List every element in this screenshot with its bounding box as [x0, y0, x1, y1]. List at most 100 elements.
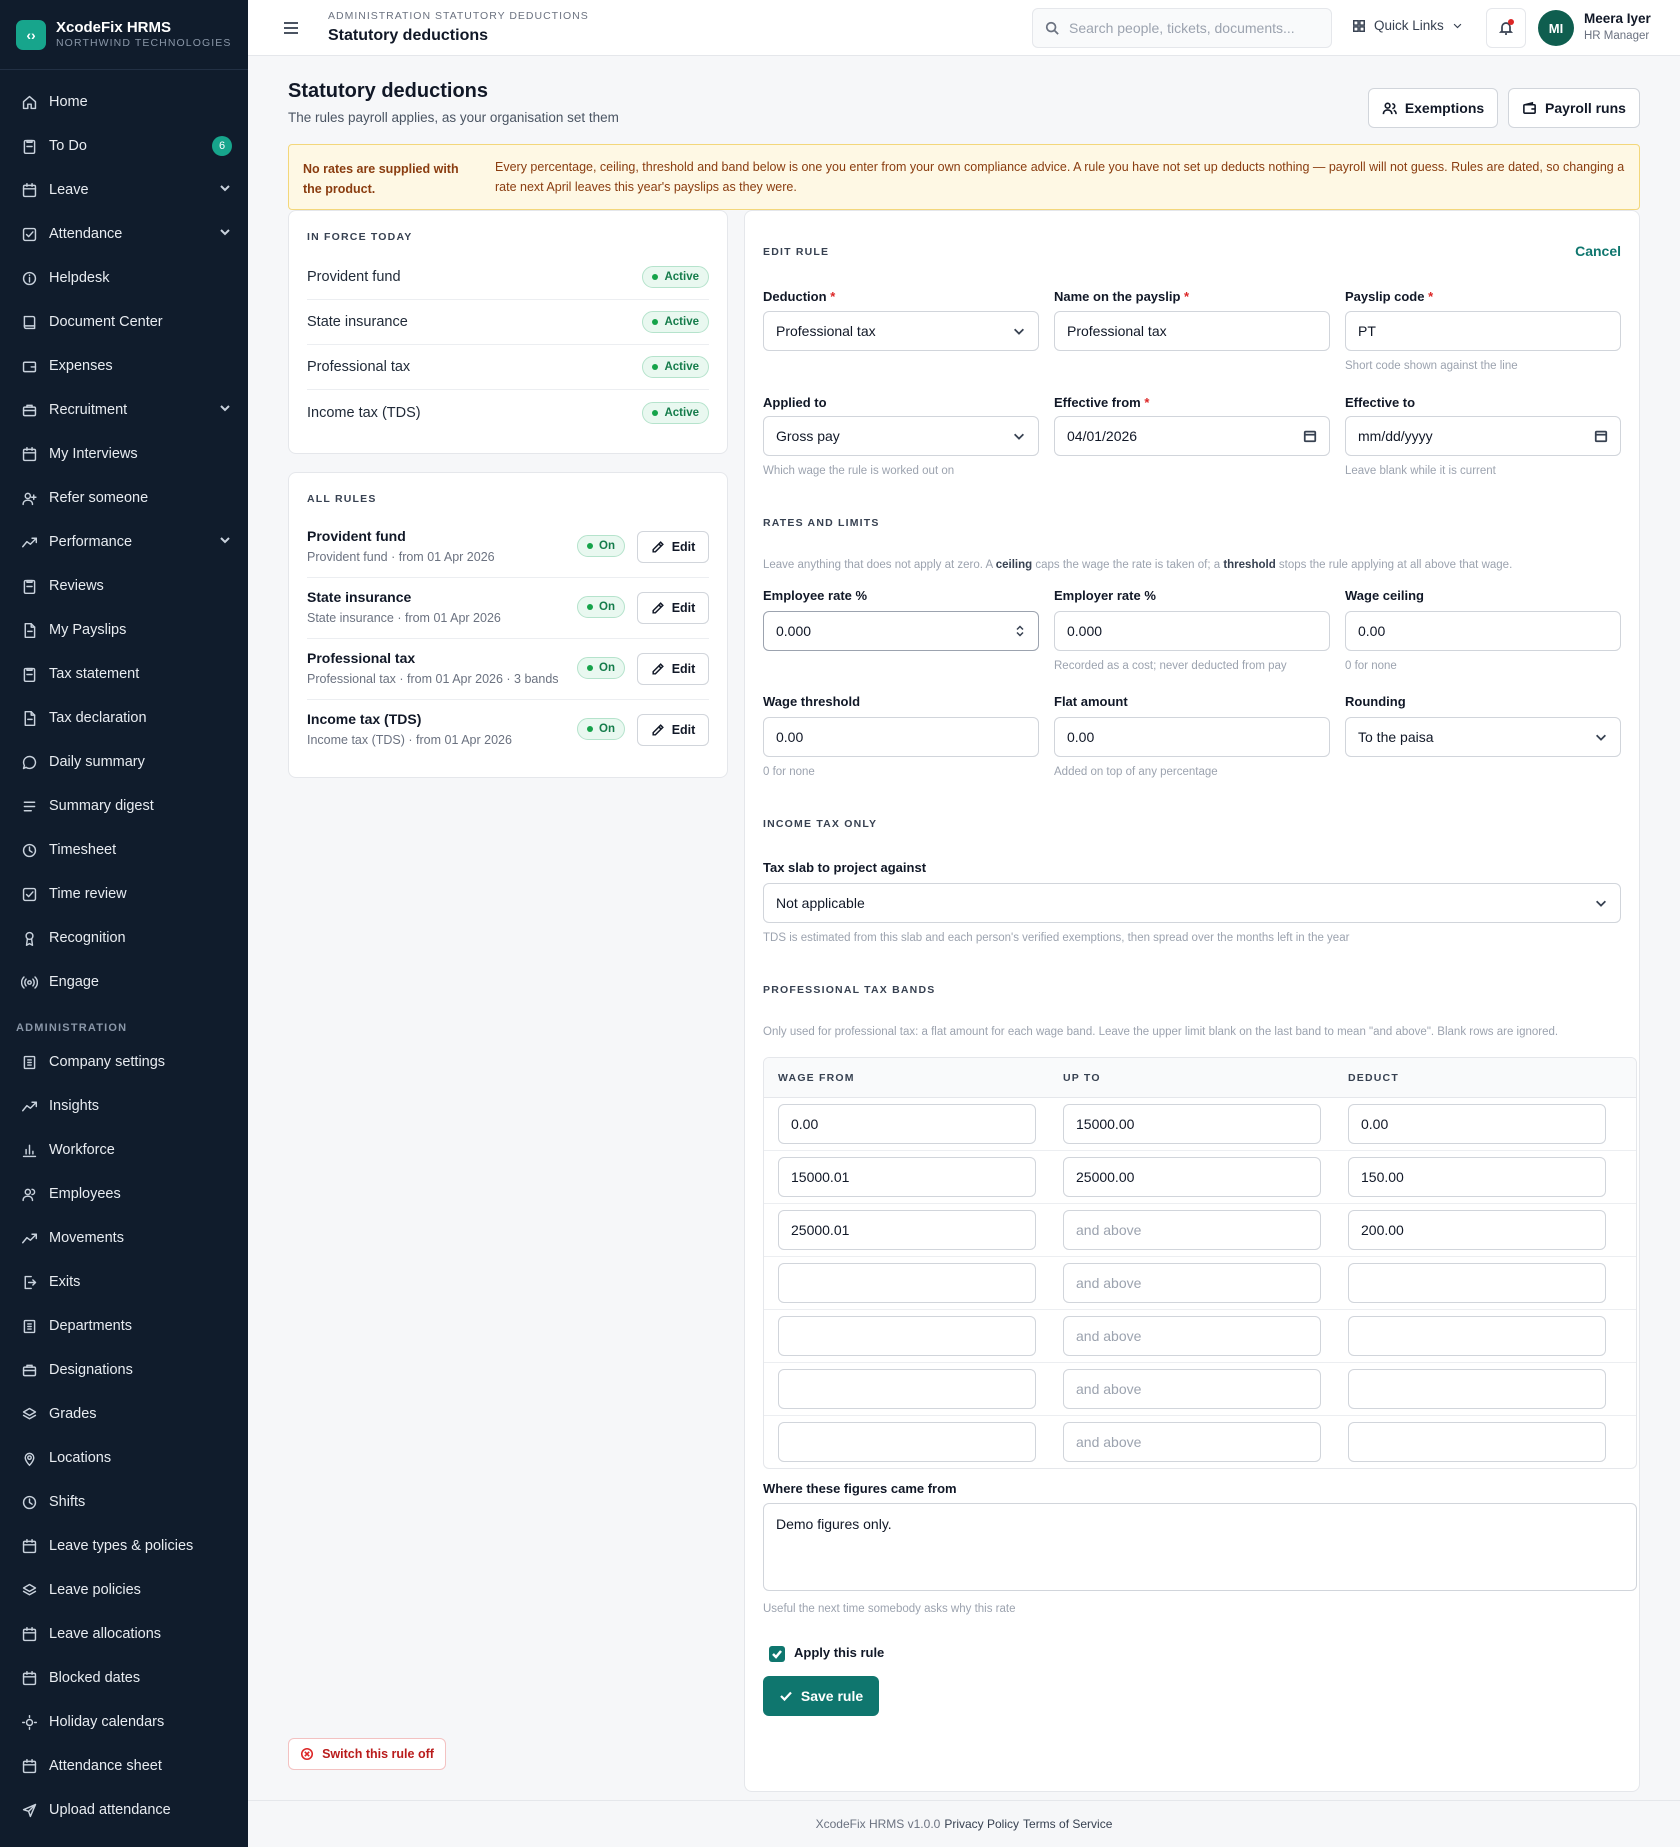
band-to-input[interactable]: and above — [1063, 1369, 1321, 1409]
sidebar-item-leave[interactable]: Leave — [0, 168, 248, 212]
band-deduct-input[interactable]: 200.00 — [1348, 1210, 1606, 1250]
band-deduct-input[interactable]: 150.00 — [1348, 1157, 1606, 1197]
band-from-input[interactable] — [778, 1369, 1036, 1409]
band-from-input[interactable]: 15000.01 — [778, 1157, 1036, 1197]
sidebar-item-holiday-calendars[interactable]: Holiday calendars — [0, 1700, 248, 1744]
band-deduct-input[interactable] — [1348, 1422, 1606, 1462]
band-to-input[interactable]: and above — [1063, 1422, 1321, 1462]
menu-toggle-button[interactable] — [282, 19, 300, 37]
payslip-code-input[interactable]: PT — [1345, 311, 1621, 351]
sidebar-item-shifts[interactable]: Shifts — [0, 1480, 248, 1524]
sidebar-item-document-center[interactable]: Document Center — [0, 300, 248, 344]
sidebar-item-my-payslips[interactable]: My Payslips — [0, 608, 248, 652]
avatar[interactable]: MI — [1538, 10, 1574, 46]
sidebar-item-my-interviews[interactable]: My Interviews — [0, 432, 248, 476]
sidebar-item-locations[interactable]: Locations — [0, 1436, 248, 1480]
band-from-input[interactable] — [778, 1263, 1036, 1303]
band-from-input[interactable] — [778, 1422, 1036, 1462]
edit-rule-button[interactable]: Edit — [637, 714, 709, 746]
band-deduct-input[interactable] — [1348, 1316, 1606, 1356]
cancel-link[interactable]: Cancel — [1575, 243, 1621, 259]
source-textarea[interactable]: Demo figures only. — [763, 1503, 1637, 1591]
chevron-down-icon — [218, 401, 232, 419]
sidebar-item-attendance-sheet[interactable]: Attendance sheet — [0, 1744, 248, 1788]
notifications-button[interactable] — [1486, 8, 1526, 48]
privacy-link[interactable]: Privacy Policy — [944, 1817, 1019, 1831]
sidebar-item-refer-someone[interactable]: Refer someone — [0, 476, 248, 520]
band-to-input[interactable]: 15000.00 — [1063, 1104, 1321, 1144]
wage-threshold-input[interactable]: 0.00 — [763, 717, 1039, 757]
edit-rule-button[interactable]: Edit — [637, 592, 709, 624]
rule-meta: Professional tax · from 01 Apr 2026 · 3 … — [307, 672, 559, 686]
quick-links-button[interactable]: Quick Links — [1352, 18, 1463, 33]
check-icon — [780, 1691, 792, 1702]
band-to-input[interactable]: 25000.00 — [1063, 1157, 1321, 1197]
search-input[interactable]: Search people, tickets, documents... — [1032, 8, 1332, 48]
sidebar-item-reviews[interactable]: Reviews — [0, 564, 248, 608]
sidebar-item-departments[interactable]: Departments — [0, 1304, 248, 1348]
band-from-input[interactable] — [778, 1316, 1036, 1356]
deduction-select[interactable]: Professional tax — [763, 311, 1039, 351]
sidebar-item-to-do[interactable]: To Do 6 — [0, 124, 248, 168]
sidebar-item-employees[interactable]: Employees — [0, 1172, 248, 1216]
sidebar-item-recruitment[interactable]: Recruitment — [0, 388, 248, 432]
switch-rule-off-button[interactable]: Switch this rule off — [288, 1738, 446, 1770]
sidebar-item-company-settings[interactable]: Company settings — [0, 1040, 248, 1084]
sidebar-item-leave-types-policies[interactable]: Leave types & policies — [0, 1524, 248, 1568]
calendar-icon — [20, 1625, 38, 1643]
sidebar-item-exits[interactable]: Exits — [0, 1260, 248, 1304]
sidebar-item-helpdesk[interactable]: Helpdesk — [0, 256, 248, 300]
band-to-input[interactable]: and above — [1063, 1316, 1321, 1356]
sidebar-item-leave-allocations[interactable]: Leave allocations — [0, 1612, 248, 1656]
band-deduct-input[interactable]: 0.00 — [1348, 1104, 1606, 1144]
wage-ceiling-input[interactable]: 0.00 — [1345, 611, 1621, 651]
effective-to-date[interactable]: mm/dd/yyyy — [1345, 416, 1621, 456]
band-deduct-input[interactable] — [1348, 1369, 1606, 1409]
band-from-input[interactable]: 25000.01 — [778, 1210, 1036, 1250]
payslip-name-input[interactable]: Professional tax — [1054, 311, 1330, 351]
sidebar-item-blocked-dates[interactable]: Blocked dates — [0, 1656, 248, 1700]
tax-slab-select[interactable]: Not applicable — [763, 883, 1621, 923]
applied-to-select[interactable]: Gross pay — [763, 416, 1039, 456]
sidebar-item-workforce[interactable]: Workforce — [0, 1128, 248, 1172]
edit-rule-button[interactable]: Edit — [637, 531, 709, 563]
band-to-input[interactable]: and above — [1063, 1263, 1321, 1303]
sidebar-item-home[interactable]: Home — [0, 80, 248, 124]
sidebar-item-tax-declaration[interactable]: Tax declaration — [0, 696, 248, 740]
sidebar-item-attendance[interactable]: Attendance — [0, 212, 248, 256]
sidebar-item-designations[interactable]: Designations — [0, 1348, 248, 1392]
sidebar-item-leave-policies[interactable]: Leave policies — [0, 1568, 248, 1612]
terms-link[interactable]: Terms of Service — [1023, 1817, 1112, 1831]
flat-amount-input[interactable]: 0.00 — [1054, 717, 1330, 757]
sidebar-item-tax-statement[interactable]: Tax statement — [0, 652, 248, 696]
sidebar-item-expenses[interactable]: Expenses — [0, 344, 248, 388]
apply-rule-label[interactable]: Apply this rule — [794, 1645, 884, 1660]
save-rule-button[interactable]: Save rule — [763, 1676, 879, 1716]
employer-rate-input[interactable]: 0.000 — [1054, 611, 1330, 651]
chevron-down-icon — [1453, 23, 1462, 29]
sidebar-item-upload-attendance[interactable]: Upload attendance — [0, 1788, 248, 1832]
rounding-select[interactable]: To the paisa — [1345, 717, 1621, 757]
sidebar-item-daily-summary[interactable]: Daily summary — [0, 740, 248, 784]
sidebar-item-performance[interactable]: Performance — [0, 520, 248, 564]
sidebar-item-insights[interactable]: Insights — [0, 1084, 248, 1128]
sidebar-item-summary-digest[interactable]: Summary digest — [0, 784, 248, 828]
sidebar-item-grades[interactable]: Grades — [0, 1392, 248, 1436]
brand[interactable]: ‹› XcodeFix HRMS NORTHWIND TECHNOLOGIES — [0, 0, 248, 70]
sidebar-item-recognition[interactable]: Recognition — [0, 916, 248, 960]
sidebar-item-timesheet[interactable]: Timesheet — [0, 828, 248, 872]
apply-rule-checkbox[interactable] — [769, 1646, 785, 1662]
band-from-input[interactable]: 0.00 — [778, 1104, 1036, 1144]
exemptions-button[interactable]: Exemptions — [1368, 88, 1498, 128]
sidebar-item-label: Departments — [49, 1318, 133, 1334]
sidebar-item-time-review[interactable]: Time review — [0, 872, 248, 916]
payroll-runs-button[interactable]: Payroll runs — [1508, 88, 1640, 128]
edit-rule-button[interactable]: Edit — [637, 653, 709, 685]
sidebar-item-movements[interactable]: Movements — [0, 1216, 248, 1260]
band-deduct-input[interactable] — [1348, 1263, 1606, 1303]
band-to-input[interactable]: and above — [1063, 1210, 1321, 1250]
rule-row: Provident fund Provident fund · from 01 … — [307, 517, 709, 578]
sidebar-item-engage[interactable]: Engage — [0, 960, 248, 1004]
employee-rate-input[interactable]: 0.000 — [763, 611, 1039, 651]
effective-from-date[interactable]: 04/01/2026 — [1054, 416, 1330, 456]
